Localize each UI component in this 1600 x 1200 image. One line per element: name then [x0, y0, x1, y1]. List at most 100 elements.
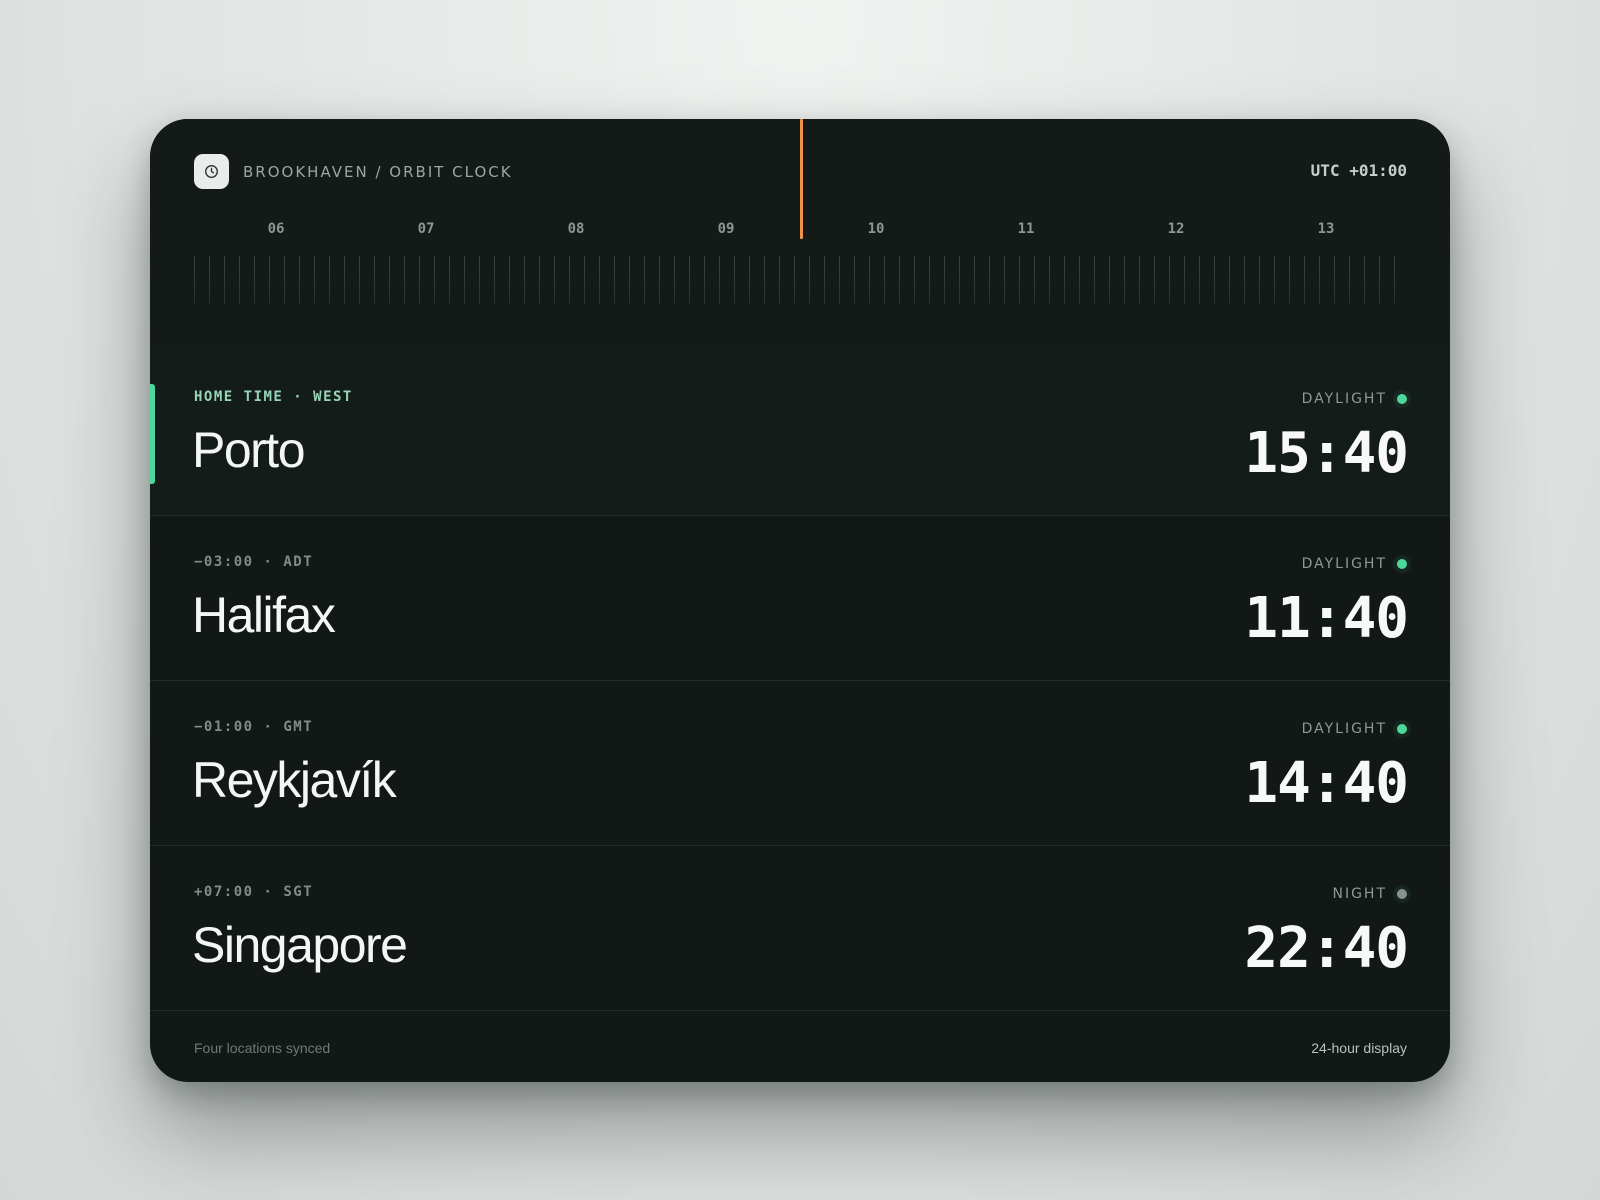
timeline-tick	[449, 256, 450, 304]
city-name: Reykjavík	[192, 752, 397, 808]
local-time: 11:40	[1244, 586, 1409, 651]
local-time: 14:40	[1244, 751, 1409, 816]
timeline-tick	[464, 256, 465, 304]
timeline-tick	[764, 256, 765, 304]
timeline-tick	[389, 256, 390, 304]
city-name: Singapore	[192, 917, 408, 973]
timeline-tick	[419, 256, 420, 304]
timeline-tick	[1019, 256, 1020, 304]
daylight-status: DAYLIGHT	[1302, 721, 1407, 737]
timeline-tick	[359, 256, 360, 304]
timeline-tick	[599, 256, 600, 304]
brand: BROOKHAVEN / ORBIT CLOCK	[194, 154, 513, 189]
timeline-tick	[1289, 256, 1290, 304]
status-dot-icon	[1397, 559, 1407, 569]
timeline-tick	[299, 256, 300, 304]
timeline-tick	[329, 256, 330, 304]
timeline-tick	[734, 256, 735, 304]
timeline-tick	[1229, 256, 1230, 304]
local-time: 15:40	[1244, 421, 1409, 486]
timeline-tick	[569, 256, 570, 304]
timeline-tick	[1244, 256, 1245, 304]
status-label: DAYLIGHT	[1301, 721, 1387, 737]
timeline-tick	[1274, 256, 1275, 304]
hour-label: 08	[567, 221, 585, 237]
home-indicator	[150, 384, 155, 484]
timeline-tick	[644, 256, 645, 304]
timeline-tick	[524, 256, 525, 304]
timeline-tick	[314, 256, 315, 304]
timeline-tick	[224, 256, 225, 304]
hour-label: 06	[267, 221, 285, 237]
display-mode: 24-hour display	[1311, 1040, 1407, 1056]
timeline-tick	[1004, 256, 1005, 304]
timeline-tick	[1124, 256, 1125, 304]
timeline-tick	[254, 256, 255, 304]
timeline-tick	[269, 256, 270, 304]
timeline-tick	[659, 256, 660, 304]
timeline-tick	[1319, 256, 1320, 304]
timeline-tick	[944, 256, 945, 304]
timeline-tick	[974, 256, 975, 304]
timeline-tick	[554, 256, 555, 304]
timeline-tick	[869, 256, 870, 304]
timeline-tick	[1154, 256, 1155, 304]
location-row[interactable]: −03:00 · ADT Halifax DAYLIGHT 11:40	[150, 516, 1450, 681]
location-row[interactable]: +07:00 · SGT Singapore NIGHT 22:40	[150, 846, 1450, 1011]
timeline-tick	[209, 256, 210, 304]
timeline-tick	[284, 256, 285, 304]
location-row[interactable]: −01:00 · GMT Reykjavík DAYLIGHT 14:40	[150, 681, 1450, 846]
timeline-tick	[779, 256, 780, 304]
hour-label: 11	[1017, 221, 1035, 237]
timeline-tick	[929, 256, 930, 304]
timeline-tick	[959, 256, 960, 304]
timeline-tick	[479, 256, 480, 304]
timeline-tick	[674, 256, 675, 304]
timeline-tick	[1394, 256, 1395, 304]
hour-label: 13	[1317, 221, 1335, 237]
utc-offset: UTC +01:00	[1310, 161, 1407, 180]
timeline-tick	[704, 256, 705, 304]
timeline-tick	[1034, 256, 1035, 304]
sync-status: Four locations synced	[194, 1040, 331, 1056]
timeline-tick	[584, 256, 585, 304]
timeline-tick	[539, 256, 540, 304]
timeline-tick	[719, 256, 720, 304]
timeline-tick	[854, 256, 855, 304]
city-name: Porto	[192, 422, 306, 478]
timeline-tick	[434, 256, 435, 304]
hour-label: 10	[867, 221, 885, 237]
timeline-tick	[194, 256, 195, 304]
timeline-tick	[1184, 256, 1185, 304]
timeline-tick	[1349, 256, 1350, 304]
timeline-tick	[1109, 256, 1110, 304]
timeline-tick	[239, 256, 240, 304]
timeline-tick	[914, 256, 915, 304]
timeline-tick	[509, 256, 510, 304]
location-row[interactable]: HOME TIME · WEST Porto DAYLIGHT 15:40	[150, 351, 1450, 516]
timeline-tick	[1169, 256, 1170, 304]
timeline-tick	[614, 256, 615, 304]
timezone-meta: HOME TIME · WEST	[194, 389, 353, 405]
status-label: DAYLIGHT	[1301, 391, 1387, 407]
timezone-meta: +07:00 · SGT	[194, 884, 314, 900]
status-dot-icon	[1397, 724, 1407, 734]
timeline-tick	[809, 256, 810, 304]
timeline-tick	[1199, 256, 1200, 304]
timeline-tick	[899, 256, 900, 304]
hour-label: 12	[1167, 221, 1185, 237]
daylight-status: DAYLIGHT	[1302, 391, 1407, 407]
clock-icon	[194, 154, 229, 189]
hour-label: 09	[717, 221, 735, 237]
timeline-tick	[1079, 256, 1080, 304]
timeline-tick	[749, 256, 750, 304]
timeline-tick	[884, 256, 885, 304]
timeline-tick	[989, 256, 990, 304]
current-time-marker[interactable]	[800, 119, 803, 239]
timeline-tick	[824, 256, 825, 304]
timeline-tick	[1064, 256, 1065, 304]
timeline-tick	[1094, 256, 1095, 304]
clock-header: BROOKHAVEN / ORBIT CLOCK UTC +01:00 06 07…	[150, 119, 1450, 352]
hour-timeline[interactable]: 06 07 08 09 10 11 12 13	[194, 119, 1395, 321]
timeline-tick	[1364, 256, 1365, 304]
